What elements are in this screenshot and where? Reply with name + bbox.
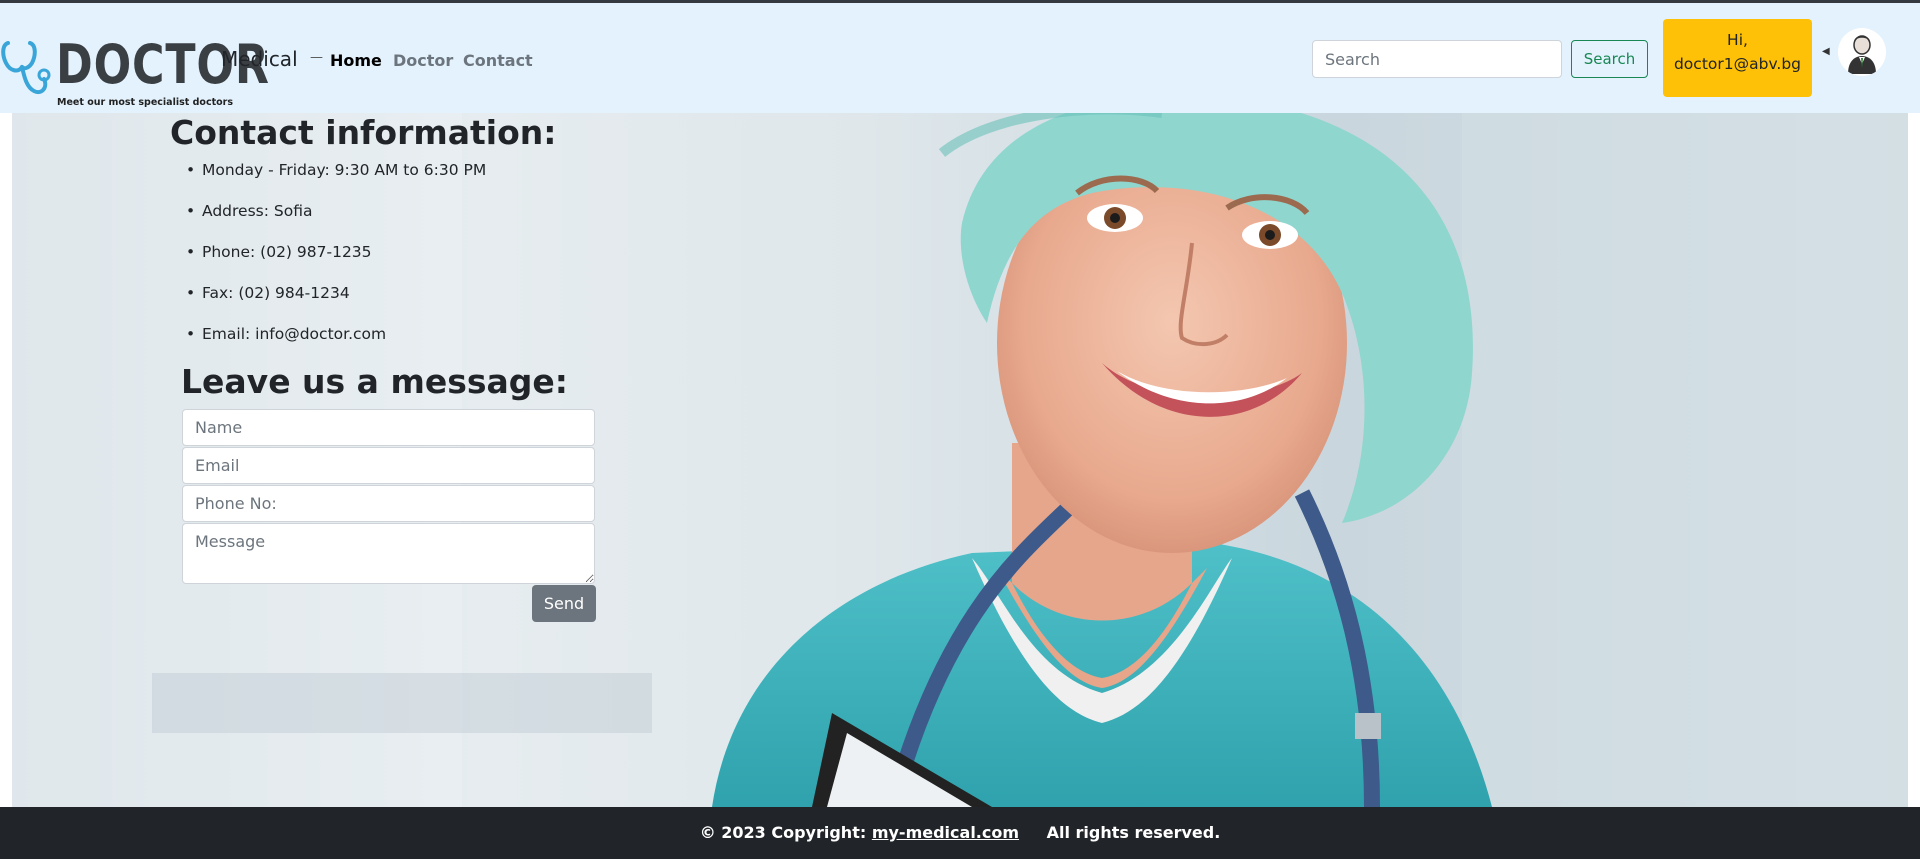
message-field[interactable] <box>182 523 595 584</box>
search-button[interactable]: Search <box>1571 40 1648 78</box>
email-field[interactable] <box>182 447 595 484</box>
nav-home[interactable]: Home <box>330 51 382 70</box>
stethoscope-icon <box>1 41 51 94</box>
user-greeting: Hi, <box>1727 31 1748 49</box>
footer: © 2023 Copyright: my-medical.com All rig… <box>0 807 1920 859</box>
contact-phone: Phone: (02) 987-1235 <box>186 243 486 284</box>
contact-address: Address: Sofia <box>186 202 486 243</box>
logo[interactable]: DOCTOR Meet our most specialist doctors <box>0 31 269 111</box>
brand-name[interactable]: Medical <box>221 47 298 71</box>
footer-copyright: © 2023 Copyright: <box>699 823 867 842</box>
send-button[interactable]: Send <box>532 585 596 622</box>
caret-left-icon[interactable]: ◀ <box>1822 46 1830 57</box>
phone-field[interactable] <box>182 485 595 522</box>
user-avatar-icon[interactable] <box>1838 28 1886 76</box>
name-field[interactable] <box>182 409 595 446</box>
user-menu-button[interactable]: Hi, doctor1@abv.bg <box>1663 19 1812 97</box>
search-input[interactable] <box>1312 40 1562 78</box>
contact-title: Contact information: <box>170 113 557 152</box>
user-email: doctor1@abv.bg <box>1673 55 1802 73</box>
logo-tagline: Meet our most specialist doctors <box>57 97 233 108</box>
contact-hours: Monday - Friday: 9:30 AM to 6:30 PM <box>186 161 486 202</box>
contact-email: Email: info@doctor.com <box>186 325 486 366</box>
nav-dash-icon: — <box>310 50 323 65</box>
footer-rights: All rights reserved. <box>1046 823 1221 842</box>
message-form-title: Leave us a message: <box>181 362 568 401</box>
navbar: DOCTOR Meet our most specialist doctors … <box>0 3 1920 113</box>
nav-doctor[interactable]: Doctor <box>393 51 453 70</box>
footer-site-link[interactable]: my-medical.com <box>872 823 1019 842</box>
nav-contact[interactable]: Contact <box>463 51 533 70</box>
contact-fax: Fax: (02) 984-1234 <box>186 284 486 325</box>
contact-list: Monday - Friday: 9:30 AM to 6:30 PM Addr… <box>186 161 486 366</box>
